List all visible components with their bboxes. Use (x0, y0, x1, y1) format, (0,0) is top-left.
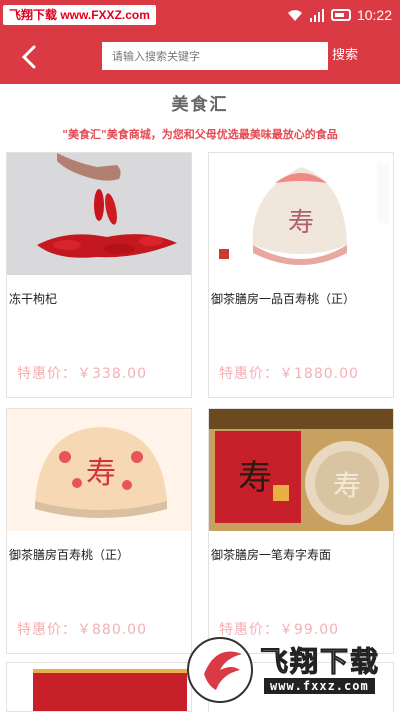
svg-text:寿: 寿 (333, 469, 361, 502)
product-card[interactable] (6, 662, 192, 712)
brand-name: 飞翔下载 (259, 645, 381, 679)
product-card[interactable]: 冻干枸杞 特惠价：￥338.00 (6, 152, 192, 398)
back-arrow-icon (21, 45, 36, 69)
product-card[interactable]: 寿 御茶膳房一品百寿桃（正） 特惠价：￥1880.00 (208, 152, 394, 398)
wifi-icon (287, 10, 302, 21)
product-image: 寿 寿 (209, 409, 393, 531)
brand-watermark: 飞翔下载 www.fxxz.com (186, 634, 396, 706)
section-title: 美食汇 (171, 95, 229, 115)
brand-url: www.fxxz.com (264, 678, 375, 694)
product-name: 御茶膳房一笔寿字寿面 (211, 548, 332, 562)
svg-text:寿: 寿 (288, 208, 314, 238)
product-price: 特惠价：￥338.00 (17, 366, 147, 382)
product-price: 特惠价：￥1880.00 (219, 366, 359, 382)
status-bar: 飞翔下载 www.FXXZ.com 10:22 (0, 0, 400, 30)
site-watermark: 飞翔下载 www.FXXZ.com (3, 5, 156, 25)
back-button[interactable] (12, 40, 46, 74)
product-price: 特惠价：￥880.00 (17, 622, 147, 638)
svg-text:寿: 寿 (86, 456, 116, 491)
svg-text:寿: 寿 (238, 458, 272, 498)
product-image (7, 153, 191, 275)
status-icons: 10:22 (287, 5, 392, 25)
section-slogan: "美食汇"美食商城，为您和父母优选最美味最放心的食品 (62, 128, 338, 141)
signal-icon (309, 9, 324, 22)
product-name: 御茶膳房一品百寿桃（正） (211, 292, 356, 306)
battery-icon (330, 9, 351, 21)
product-card[interactable]: 寿 寿 御茶膳房一笔寿字寿面 特惠价：￥99.00 (208, 408, 394, 654)
product-image (7, 663, 191, 711)
search-input[interactable] (102, 42, 328, 70)
product-image: 寿 (7, 409, 191, 531)
product-name: 冻干枸杞 (9, 292, 58, 306)
search-button[interactable]: 搜索 (332, 44, 358, 63)
product-name: 御茶膳房百寿桃（正） (9, 548, 130, 562)
clock: 10:22 (356, 7, 392, 23)
top-bar: 搜索 (0, 30, 400, 84)
product-card[interactable]: 寿 御茶膳房百寿桃（正） 特惠价：￥880.00 (6, 408, 192, 654)
product-image: 寿 (209, 153, 393, 275)
